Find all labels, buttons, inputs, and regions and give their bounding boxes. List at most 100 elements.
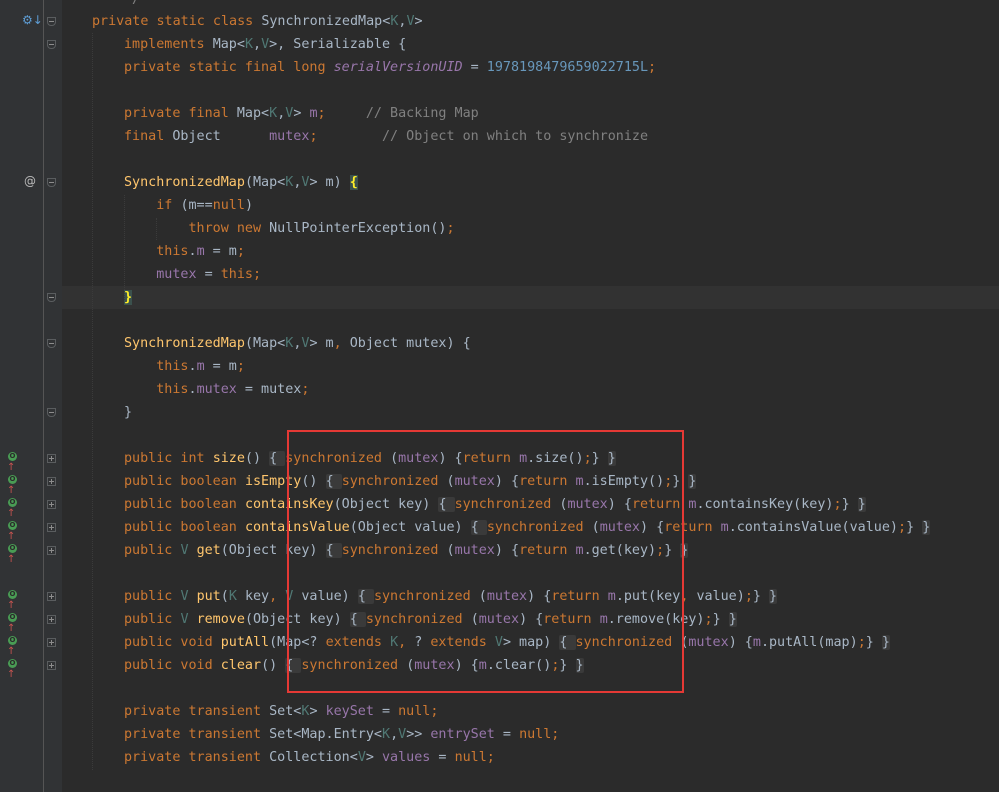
implements-method-icon[interactable]: O↑: [7, 520, 24, 542]
code-token: ,: [253, 37, 262, 52]
code-line-containsValue[interactable]: public boolean containsValue(Object valu…: [62, 516, 999, 539]
code-line-blank2[interactable]: [62, 148, 999, 171]
fold-expand-icon[interactable]: [47, 500, 56, 509]
folded-region-marker[interactable]: }: [857, 497, 866, 512]
code-token: private final: [124, 106, 237, 121]
fold-expand-icon[interactable]: [47, 615, 56, 624]
code-token: throw new: [124, 221, 270, 236]
implements-method-icon[interactable]: O↑: [7, 589, 24, 611]
code-line-ctor2-close[interactable]: }: [62, 401, 999, 424]
code-line-ctor2[interactable]: SynchronizedMap(Map<K,V> m, Object mutex…: [62, 332, 999, 355]
implements-method-icon[interactable]: O↑: [7, 612, 24, 634]
implemented-interface-icon[interactable]: ⚙↓: [22, 13, 43, 27]
code-token: private transient: [124, 727, 270, 742]
fold-collapse-icon[interactable]: [47, 40, 56, 49]
method-circle-icon: O: [8, 635, 17, 645]
method-circle-icon: O: [8, 612, 17, 622]
code-token: return: [519, 474, 576, 489]
folded-region-marker[interactable]: }: [680, 543, 689, 558]
folded-region-marker[interactable]: }: [881, 635, 890, 650]
implements-method-icon[interactable]: O↑: [7, 635, 24, 657]
folded-region-marker[interactable]: }: [607, 451, 616, 466]
code-line-keySet[interactable]: private transient Set<K> keySet = null;: [62, 700, 999, 723]
folded-region-marker[interactable]: }: [769, 589, 778, 604]
code-line-entrySet[interactable]: private transient Set<Map.Entry<K,V>> en…: [62, 723, 999, 746]
code-editor[interactable]: */ private static class SynchronizedMap<…: [62, 0, 999, 792]
code-token: public: [124, 543, 181, 558]
code-line-blank3[interactable]: [62, 309, 999, 332]
code-token: .: [188, 382, 197, 397]
folded-region-marker[interactable]: {: [325, 543, 342, 558]
implements-method-icon[interactable]: O↑: [7, 658, 24, 680]
code-line-containsKey[interactable]: public boolean containsKey(Object key) {…: [62, 493, 999, 516]
fold-collapse-icon[interactable]: [47, 339, 56, 348]
code-line-blank5[interactable]: [62, 562, 999, 585]
code-token: .putAll(map): [760, 635, 858, 650]
fold-collapse-icon[interactable]: [47, 178, 56, 187]
fold-expand-icon[interactable]: [47, 454, 56, 463]
folded-region-marker[interactable]: {: [269, 451, 286, 466]
code-line-values[interactable]: private transient Collection<V> values =…: [62, 746, 999, 769]
fold-expand-icon[interactable]: [47, 546, 56, 555]
code-token: serialVersionUID: [333, 60, 463, 75]
code-line-throw[interactable]: throw new NullPointerException();: [62, 217, 999, 240]
code-token: values: [382, 750, 431, 765]
code-line-remove[interactable]: public V remove(Object key) { synchroniz…: [62, 608, 999, 631]
fold-expand-icon[interactable]: [47, 592, 56, 601]
fold-collapse-icon[interactable]: [47, 293, 56, 302]
code-line-this-m[interactable]: this.m = m;: [62, 240, 999, 263]
fold-collapse-icon[interactable]: [47, 17, 56, 26]
code-line-blank1[interactable]: [62, 79, 999, 102]
code-line-implements[interactable]: implements Map<K,V>, Serializable {: [62, 33, 999, 56]
folded-region-marker[interactable]: }: [922, 520, 931, 535]
code-line-serial[interactable]: private static final long serialVersionU…: [62, 56, 999, 79]
folded-region-marker[interactable]: }: [688, 474, 697, 489]
code-line-blank4[interactable]: [62, 424, 999, 447]
code-line-putAll[interactable]: public void putAll(Map<? extends K, ? ex…: [62, 631, 999, 654]
fold-expand-icon[interactable]: [47, 661, 56, 670]
code-token: mutex: [599, 520, 640, 535]
folded-region-marker[interactable]: {: [325, 474, 342, 489]
implements-method-icon[interactable]: O↑: [7, 474, 24, 496]
code-token: containsValue: [244, 520, 350, 535]
code-line-this-m2[interactable]: this.m = m;: [62, 355, 999, 378]
folded-region-marker[interactable]: {: [438, 497, 455, 512]
implements-method-icon[interactable]: O↑: [7, 497, 24, 519]
code-line-ctor1-close[interactable]: }: [62, 286, 999, 309]
code-token: ) {: [640, 520, 665, 535]
fold-collapse-icon[interactable]: [47, 408, 56, 417]
implements-method-icon[interactable]: O↑: [7, 543, 24, 565]
code-line-this-mutex[interactable]: this.mutex = mutex;: [62, 378, 999, 401]
code-line-clear[interactable]: public void clear() { synchronized (mute…: [62, 654, 999, 677]
code-line-put[interactable]: public V put(K key, V value) { synchroni…: [62, 585, 999, 608]
code-text: public int size() { synchronized (mutex)…: [124, 447, 616, 470]
code-token: Object mutex) {: [349, 336, 471, 351]
folded-region-marker[interactable]: {: [357, 589, 374, 604]
code-line-class-decl[interactable]: private static class SynchronizedMap<K,V…: [62, 10, 999, 33]
folded-region-marker[interactable]: {: [559, 635, 576, 650]
code-line-field-m[interactable]: private final Map<K,V> m; // Backing Map: [62, 102, 999, 125]
code-line-size[interactable]: public int size() { synchronized (mutex)…: [62, 447, 999, 470]
code-line-mutex-this[interactable]: mutex = this;: [62, 263, 999, 286]
code-line-blank6[interactable]: [62, 677, 999, 700]
fold-expand-icon[interactable]: [47, 638, 56, 647]
code-token: ) {: [438, 451, 463, 466]
code-token: }: [559, 658, 576, 673]
folded-region-marker[interactable]: {: [349, 612, 366, 627]
folded-region-marker[interactable]: }: [728, 612, 737, 627]
folded-region-marker[interactable]: {: [470, 520, 487, 535]
annotation-icon[interactable]: @: [24, 174, 36, 188]
implements-method-icon[interactable]: O↑: [7, 451, 24, 473]
fold-expand-icon[interactable]: [47, 523, 56, 532]
fold-expand-icon[interactable]: [47, 477, 56, 486]
code-token: Map<: [212, 37, 245, 52]
code-line-isEmpty[interactable]: public boolean isEmpty() { synchronized …: [62, 470, 999, 493]
code-line-field-mutex[interactable]: final Object mutex; // Object on which t…: [62, 125, 999, 148]
up-arrow-icon: ↑: [7, 623, 16, 634]
folded-region-marker[interactable]: {: [285, 658, 302, 673]
folded-region-marker[interactable]: }: [575, 658, 584, 673]
code-line-ctor1[interactable]: SynchronizedMap(Map<K,V> m) {: [62, 171, 999, 194]
code-line-get[interactable]: public V get(Object key) { synchronized …: [62, 539, 999, 562]
code-line-if-null[interactable]: if (m==null): [62, 194, 999, 217]
code-token: private transient: [124, 750, 270, 765]
